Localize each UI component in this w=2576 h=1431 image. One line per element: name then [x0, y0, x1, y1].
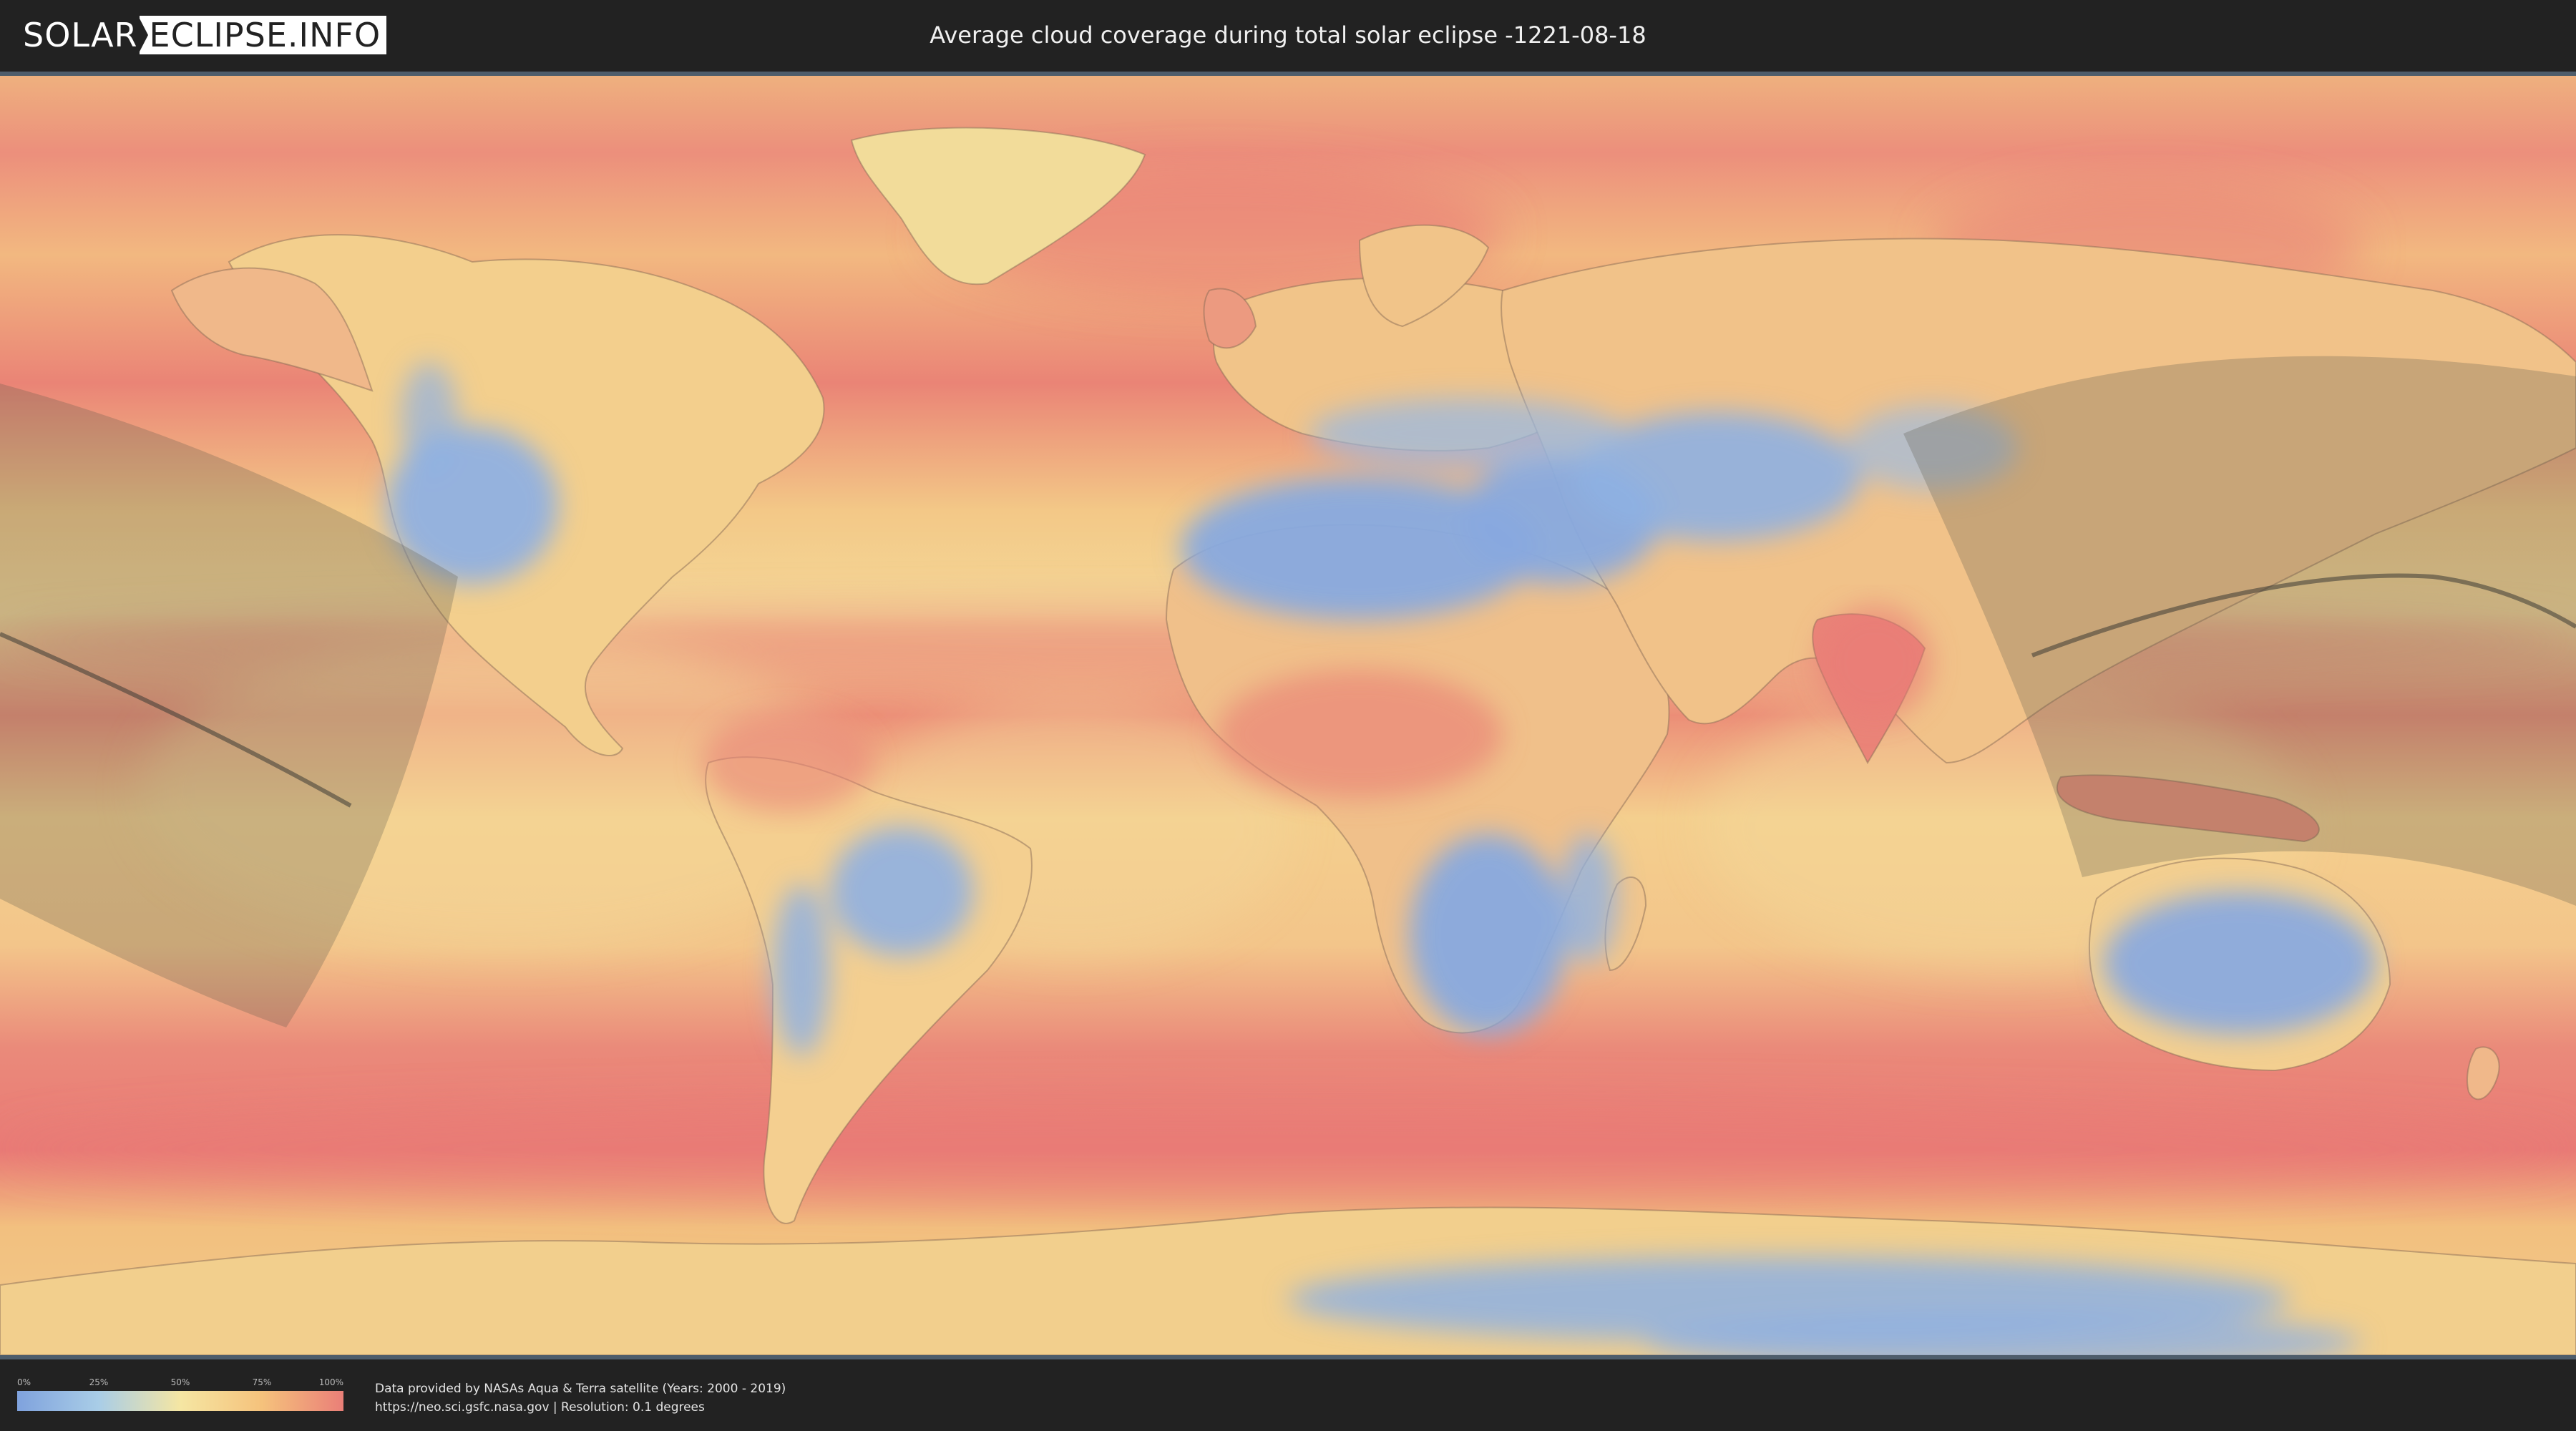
legend-tick-50: 50% [170, 1377, 190, 1387]
color-legend: 0% 25% 50% 75% 100% [17, 1377, 343, 1412]
header-bar: SOLAR ECLIPSE.INFO Average cloud coverag… [0, 0, 2576, 72]
credit-line-url[interactable]: https://neo.sci.gsfc.nasa.gov | Resoluti… [375, 1398, 786, 1417]
map-frame [0, 72, 2576, 1359]
cloud-coverage-map[interactable] [0, 76, 2576, 1355]
legend-tick-75: 75% [252, 1377, 272, 1387]
legend-tick-25: 25% [89, 1377, 109, 1387]
page-title: Average cloud coverage during total sola… [930, 21, 1646, 49]
data-credits: Data provided by NASAs Aqua & Terra sate… [375, 1379, 786, 1417]
legend-tick-0: 0% [17, 1377, 31, 1387]
legend-ticks: 0% 25% 50% 75% 100% [17, 1377, 343, 1388]
credit-line-source: Data provided by NASAs Aqua & Terra sate… [375, 1382, 786, 1396]
legend-gradient-bar [17, 1391, 343, 1411]
page: SOLAR ECLIPSE.INFO Average cloud coverag… [0, 0, 2576, 1431]
legend-tick-100: 100% [318, 1377, 343, 1387]
footer-bar: 0% 25% 50% 75% 100% Data provided by NAS… [0, 1359, 2576, 1431]
